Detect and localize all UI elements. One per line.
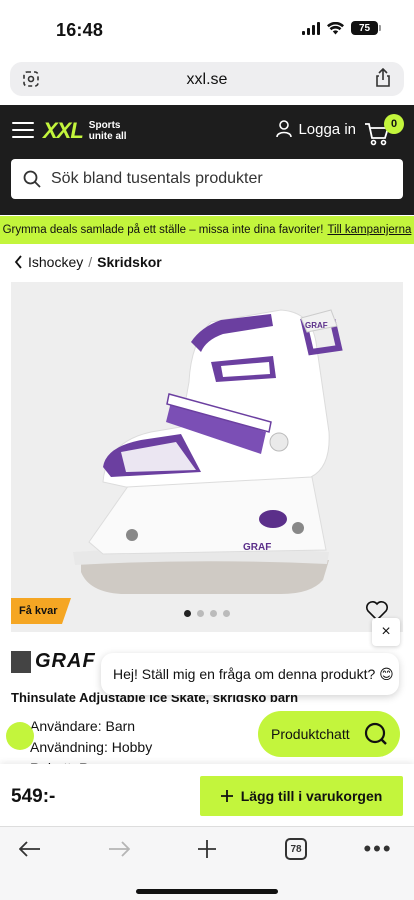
chevron-left-icon[interactable]: [14, 255, 23, 269]
sticky-price-bar: 549:- Lägg till i varukorgen: [0, 764, 414, 826]
share-icon[interactable]: [374, 68, 392, 88]
login-button[interactable]: Logga in: [276, 120, 356, 138]
brand-logo[interactable]: GRAF: [11, 650, 96, 673]
logo-tagline: Sports unite all: [89, 120, 127, 142]
home-indicator: [136, 889, 278, 894]
brand-name: GRAF: [35, 650, 96, 672]
breadcrumb-separator: /: [88, 254, 93, 270]
add-to-cart-button[interactable]: Lägg till i varukorgen: [200, 776, 403, 816]
logo-tagline-1: Sports: [88, 120, 121, 131]
brand-box: [11, 650, 31, 673]
chat-close-button[interactable]: ×: [372, 618, 400, 646]
carousel-dot[interactable]: [184, 610, 191, 617]
logo-mark: XXL: [43, 118, 84, 143]
breadcrumb-parent[interactable]: Ishockey: [28, 254, 83, 270]
chat-icon: [364, 722, 387, 745]
product-image-carousel[interactable]: GRAF GRAF Få kvar: [11, 282, 403, 632]
breadcrumb-current[interactable]: Skridskor: [97, 254, 162, 270]
skate-image: GRAF GRAF: [73, 309, 343, 594]
site-header: XXL Sports unite all Logga in 0 Sök blan…: [0, 105, 414, 215]
status-time: 16:48: [56, 20, 104, 40]
logo[interactable]: XXL Sports unite all: [43, 118, 127, 144]
browser-toolbar: 78 •••: [0, 826, 414, 900]
product-chat-button[interactable]: Produktchatt: [258, 711, 400, 757]
breadcrumb: Ishockey / Skridskor: [14, 254, 162, 270]
chat-avatar-icon[interactable]: [6, 722, 34, 750]
carousel-dot[interactable]: [197, 610, 204, 617]
chat-message: Hej! Ställ mig en fråga om denna produkt…: [113, 665, 394, 682]
tab-count: 78: [285, 838, 307, 860]
more-icon: •••: [363, 836, 393, 861]
new-tab-button[interactable]: [195, 837, 219, 861]
chat-message-bubble[interactable]: Hej! Ställ mig en fråga om denna produkt…: [101, 653, 399, 695]
price: 549:-: [11, 786, 56, 807]
arrow-left-icon: [19, 841, 40, 857]
carousel-dot[interactable]: [210, 610, 217, 617]
spec-item: Användare: Barn: [30, 718, 136, 734]
tabs-button[interactable]: 78: [284, 837, 308, 861]
logo-tagline-2: unite all: [88, 131, 127, 142]
spec-item: Användning: Hobby: [30, 739, 153, 755]
status-icons: 75: [302, 21, 381, 35]
product-chat-label: Produktchatt: [271, 726, 350, 742]
carousel-dot[interactable]: [223, 610, 230, 617]
login-label: Logga in: [298, 120, 356, 138]
signal-icon: [302, 21, 320, 35]
plus-icon: [198, 840, 216, 858]
svg-text:GRAF: GRAF: [305, 321, 328, 330]
promo-link[interactable]: Till kampanjerna: [327, 224, 411, 236]
svg-text:GRAF: GRAF: [243, 542, 271, 553]
search-placeholder: Sök bland tusentals produkter: [51, 170, 263, 187]
menu-icon[interactable]: [12, 122, 34, 138]
search-input[interactable]: Sök bland tusentals produkter: [11, 159, 403, 199]
arrow-right-icon: [109, 841, 130, 857]
back-button[interactable]: [18, 837, 42, 861]
url-text[interactable]: xxl.se: [10, 71, 404, 89]
promo-text: Grymma deals samlade på ett ställe – mis…: [2, 224, 324, 236]
plus-icon: [220, 790, 233, 802]
battery-icon: 75: [351, 21, 381, 35]
user-icon: [276, 120, 293, 138]
carousel-dots: [11, 610, 403, 617]
forward-button[interactable]: [107, 837, 131, 861]
more-button[interactable]: •••: [363, 836, 393, 861]
wifi-icon: [327, 21, 344, 34]
promo-banner: Grymma deals samlade på ett ställe – mis…: [0, 216, 414, 244]
search-icon: [23, 170, 41, 188]
add-to-cart-label: Lägg till i varukorgen: [240, 788, 383, 804]
url-bar[interactable]: xxl.se: [10, 62, 404, 96]
cart-count-badge: 0: [384, 114, 404, 134]
status-bar: 16:48 75: [0, 0, 414, 58]
